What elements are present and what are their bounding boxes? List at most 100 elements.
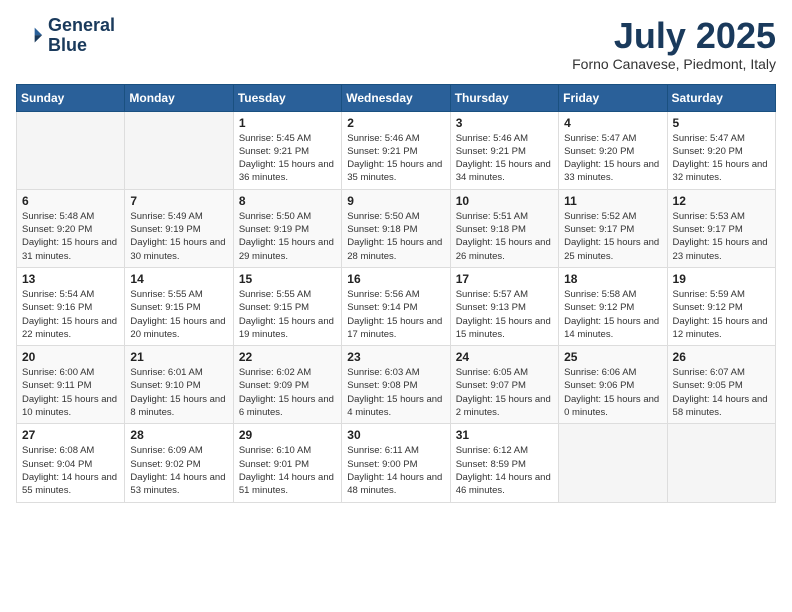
calendar-cell: 1 Sunrise: 5:45 AM Sunset: 9:21 PM Daylig… [233, 111, 341, 189]
calendar-week-row: 27 Sunrise: 6:08 AM Sunset: 9:04 PM Dayli… [17, 424, 776, 502]
day-number: 28 [130, 428, 227, 442]
calendar-week-row: 1 Sunrise: 5:45 AM Sunset: 9:21 PM Daylig… [17, 111, 776, 189]
day-number: 9 [347, 194, 444, 208]
day-content: Sunrise: 6:02 AM Sunset: 9:09 PM Dayligh… [239, 366, 336, 419]
weekday-header-monday: Monday [125, 84, 233, 111]
weekday-header-saturday: Saturday [667, 84, 775, 111]
day-content: Sunrise: 5:51 AM Sunset: 9:18 PM Dayligh… [456, 210, 553, 263]
day-content: Sunrise: 5:50 AM Sunset: 9:19 PM Dayligh… [239, 210, 336, 263]
day-number: 26 [673, 350, 770, 364]
day-content: Sunrise: 5:54 AM Sunset: 9:16 PM Dayligh… [22, 288, 119, 341]
day-number: 18 [564, 272, 661, 286]
calendar-table: SundayMondayTuesdayWednesdayThursdayFrid… [16, 84, 776, 503]
day-number: 17 [456, 272, 553, 286]
calendar-cell: 28Sunrise: 6:09 AM Sunset: 9:02 PM Dayli… [125, 424, 233, 502]
day-content: Sunrise: 5:53 AM Sunset: 9:17 PM Dayligh… [673, 210, 770, 263]
calendar-cell: 23 Sunrise: 6:03 AM Sunset: 9:08 PM Dayli… [342, 346, 450, 424]
calendar-cell [17, 111, 125, 189]
calendar-cell: 27 Sunrise: 6:08 AM Sunset: 9:04 PM Dayli… [17, 424, 125, 502]
day-number: 14 [130, 272, 227, 286]
day-number: 21 [130, 350, 227, 364]
calendar-week-row: 13 Sunrise: 5:54 AM Sunset: 9:16 PM Dayli… [17, 267, 776, 345]
logo-icon [16, 22, 44, 50]
day-content: Sunrise: 5:47 AM Sunset: 9:20 PM Dayligh… [673, 132, 770, 185]
day-content: Sunrise: 6:11 AM Sunset: 9:00 PM Dayligh… [347, 444, 444, 497]
day-number: 30 [347, 428, 444, 442]
title-block: July 2025 Forno Canavese, Piedmont, Ital… [572, 16, 776, 72]
day-content: Sunrise: 6:08 AM Sunset: 9:04 PM Dayligh… [22, 444, 119, 497]
day-number: 5 [673, 116, 770, 130]
day-content: Sunrise: 5:46 AM Sunset: 9:21 PM Dayligh… [347, 132, 444, 185]
calendar-cell: 21 Sunrise: 6:01 AM Sunset: 9:10 PM Dayli… [125, 346, 233, 424]
calendar-cell: 25 Sunrise: 6:06 AM Sunset: 9:06 PM Dayli… [559, 346, 667, 424]
calendar-cell: 3 Sunrise: 5:46 AM Sunset: 9:21 PM Daylig… [450, 111, 558, 189]
day-number: 13 [22, 272, 119, 286]
calendar-cell: 14 Sunrise: 5:55 AM Sunset: 9:15 PM Dayli… [125, 267, 233, 345]
day-content: Sunrise: 5:57 AM Sunset: 9:13 PM Dayligh… [456, 288, 553, 341]
calendar-cell: 9 Sunrise: 5:50 AM Sunset: 9:18 PM Daylig… [342, 189, 450, 267]
calendar-week-row: 20 Sunrise: 6:00 AM Sunset: 9:11 PM Dayli… [17, 346, 776, 424]
calendar-cell: 13 Sunrise: 5:54 AM Sunset: 9:16 PM Dayli… [17, 267, 125, 345]
calendar-cell: 29Sunrise: 6:10 AM Sunset: 9:01 PM Dayli… [233, 424, 341, 502]
calendar-cell: 12 Sunrise: 5:53 AM Sunset: 9:17 PM Dayli… [667, 189, 775, 267]
day-number: 3 [456, 116, 553, 130]
day-content: Sunrise: 6:07 AM Sunset: 9:05 PM Dayligh… [673, 366, 770, 419]
day-content: Sunrise: 6:06 AM Sunset: 9:06 PM Dayligh… [564, 366, 661, 419]
month-title: July 2025 [572, 16, 776, 56]
calendar-cell: 6 Sunrise: 5:48 AM Sunset: 9:20 PM Daylig… [17, 189, 125, 267]
calendar-cell: 10 Sunrise: 5:51 AM Sunset: 9:18 PM Dayli… [450, 189, 558, 267]
day-number: 31 [456, 428, 553, 442]
calendar-cell: 26 Sunrise: 6:07 AM Sunset: 9:05 PM Dayli… [667, 346, 775, 424]
day-content: Sunrise: 5:50 AM Sunset: 9:18 PM Dayligh… [347, 210, 444, 263]
calendar-cell: 11Sunrise: 5:52 AM Sunset: 9:17 PM Dayli… [559, 189, 667, 267]
weekday-header-row: SundayMondayTuesdayWednesdayThursdayFrid… [17, 84, 776, 111]
calendar-cell: 2Sunrise: 5:46 AM Sunset: 9:21 PM Daylig… [342, 111, 450, 189]
day-content: Sunrise: 6:03 AM Sunset: 9:08 PM Dayligh… [347, 366, 444, 419]
day-number: 19 [673, 272, 770, 286]
logo: General Blue [16, 16, 115, 56]
calendar-cell: 20 Sunrise: 6:00 AM Sunset: 9:11 PM Dayli… [17, 346, 125, 424]
day-content: Sunrise: 5:46 AM Sunset: 9:21 PM Dayligh… [456, 132, 553, 185]
calendar-cell: 16Sunrise: 5:56 AM Sunset: 9:14 PM Dayli… [342, 267, 450, 345]
calendar-cell: 17 Sunrise: 5:57 AM Sunset: 9:13 PM Dayli… [450, 267, 558, 345]
day-content: Sunrise: 6:00 AM Sunset: 9:11 PM Dayligh… [22, 366, 119, 419]
calendar-cell [667, 424, 775, 502]
page-header: General Blue July 2025 Forno Canavese, P… [16, 16, 776, 72]
day-content: Sunrise: 5:45 AM Sunset: 9:21 PM Dayligh… [239, 132, 336, 185]
day-content: Sunrise: 5:52 AM Sunset: 9:17 PM Dayligh… [564, 210, 661, 263]
day-content: Sunrise: 5:47 AM Sunset: 9:20 PM Dayligh… [564, 132, 661, 185]
calendar-cell: 8Sunrise: 5:50 AM Sunset: 9:19 PM Daylig… [233, 189, 341, 267]
location-title: Forno Canavese, Piedmont, Italy [572, 56, 776, 72]
day-content: Sunrise: 6:10 AM Sunset: 9:01 PM Dayligh… [239, 444, 336, 497]
day-content: Sunrise: 5:55 AM Sunset: 9:15 PM Dayligh… [130, 288, 227, 341]
calendar-week-row: 6 Sunrise: 5:48 AM Sunset: 9:20 PM Daylig… [17, 189, 776, 267]
weekday-header-sunday: Sunday [17, 84, 125, 111]
day-number: 6 [22, 194, 119, 208]
day-number: 23 [347, 350, 444, 364]
day-number: 22 [239, 350, 336, 364]
day-content: Sunrise: 5:58 AM Sunset: 9:12 PM Dayligh… [564, 288, 661, 341]
day-content: Sunrise: 6:12 AM Sunset: 8:59 PM Dayligh… [456, 444, 553, 497]
day-content: Sunrise: 5:59 AM Sunset: 9:12 PM Dayligh… [673, 288, 770, 341]
calendar-cell: 18 Sunrise: 5:58 AM Sunset: 9:12 PM Dayli… [559, 267, 667, 345]
calendar-cell: 5 Sunrise: 5:47 AM Sunset: 9:20 PM Daylig… [667, 111, 775, 189]
calendar-cell: 15Sunrise: 5:55 AM Sunset: 9:15 PM Dayli… [233, 267, 341, 345]
day-number: 20 [22, 350, 119, 364]
day-content: Sunrise: 5:55 AM Sunset: 9:15 PM Dayligh… [239, 288, 336, 341]
day-number: 1 [239, 116, 336, 130]
day-content: Sunrise: 5:49 AM Sunset: 9:19 PM Dayligh… [130, 210, 227, 263]
day-content: Sunrise: 5:48 AM Sunset: 9:20 PM Dayligh… [22, 210, 119, 263]
day-content: Sunrise: 6:01 AM Sunset: 9:10 PM Dayligh… [130, 366, 227, 419]
calendar-cell: 4Sunrise: 5:47 AM Sunset: 9:20 PM Daylig… [559, 111, 667, 189]
day-number: 27 [22, 428, 119, 442]
day-number: 12 [673, 194, 770, 208]
calendar-cell: 7Sunrise: 5:49 AM Sunset: 9:19 PM Daylig… [125, 189, 233, 267]
calendar-cell: 22 Sunrise: 6:02 AM Sunset: 9:09 PM Dayli… [233, 346, 341, 424]
day-number: 10 [456, 194, 553, 208]
day-content: Sunrise: 6:05 AM Sunset: 9:07 PM Dayligh… [456, 366, 553, 419]
day-number: 25 [564, 350, 661, 364]
calendar-cell [125, 111, 233, 189]
calendar-cell [559, 424, 667, 502]
weekday-header-wednesday: Wednesday [342, 84, 450, 111]
weekday-header-tuesday: Tuesday [233, 84, 341, 111]
